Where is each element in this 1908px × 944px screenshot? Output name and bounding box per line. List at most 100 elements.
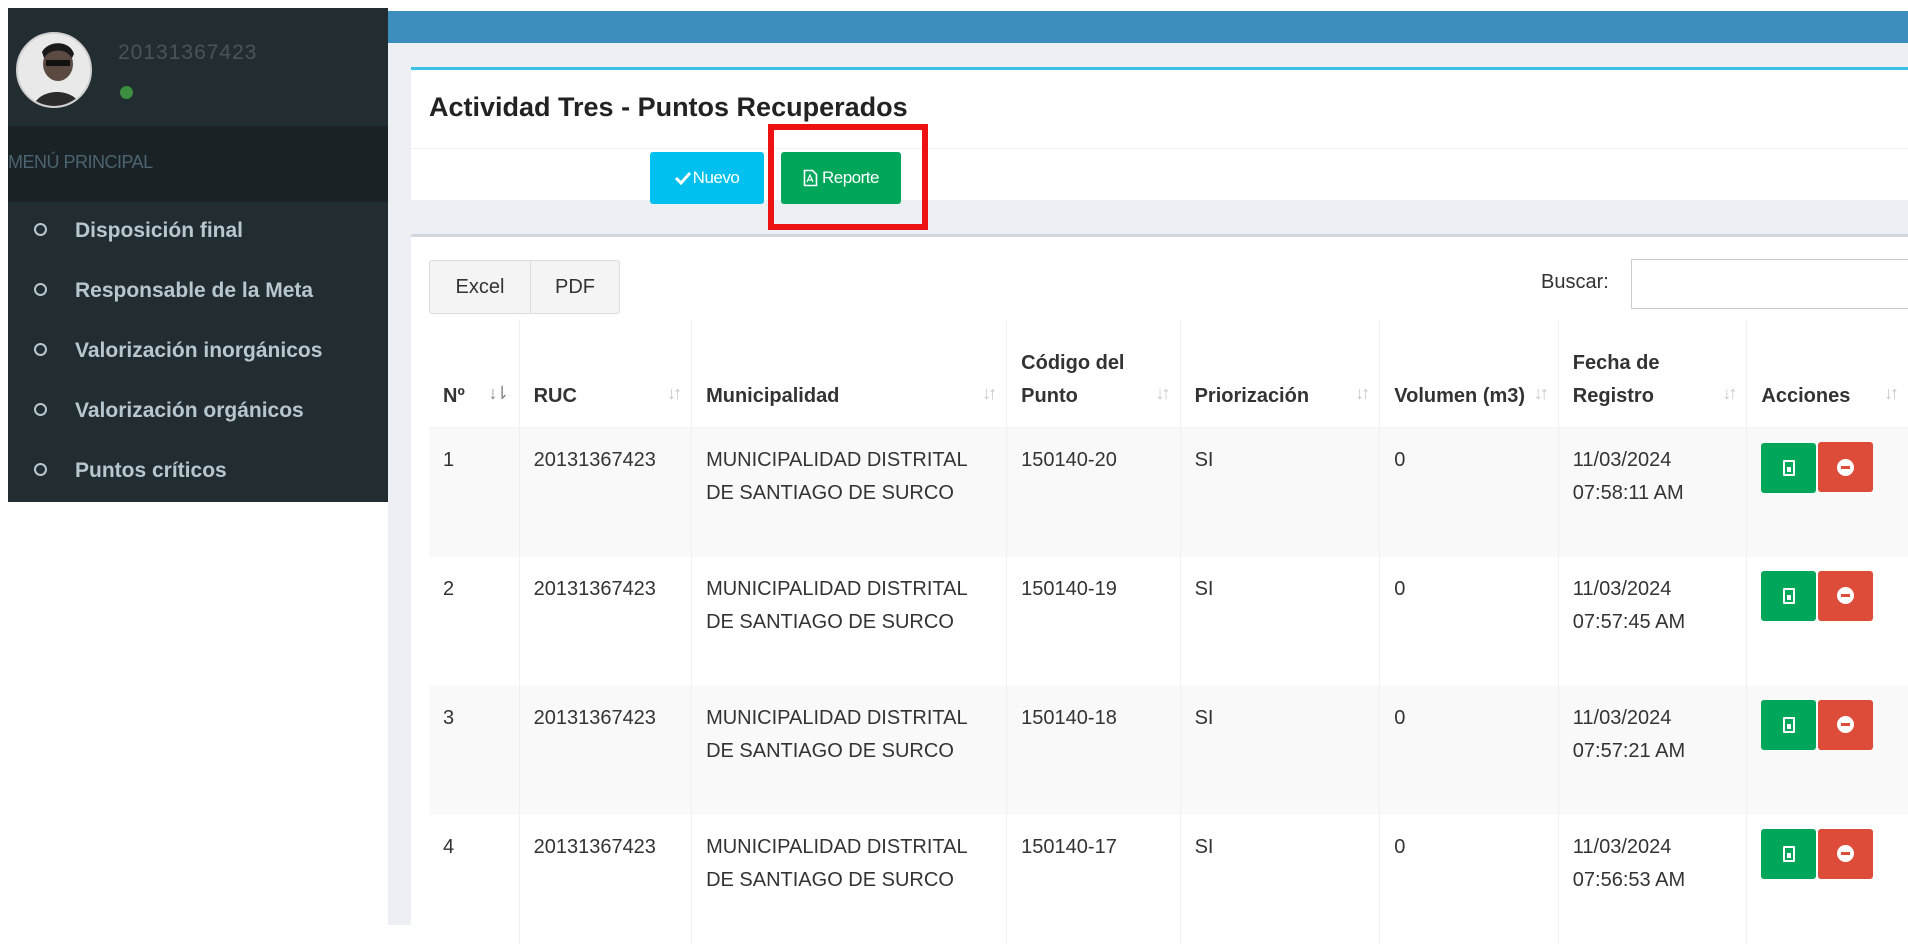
cell-acciones xyxy=(1746,685,1908,815)
delete-button[interactable] xyxy=(1818,442,1874,492)
excel-export-button[interactable]: Excel xyxy=(429,260,531,314)
sidebar-menu: Disposición final Responsable de la Meta… xyxy=(8,202,388,502)
menu-header: MENÚ PRINCIPAL xyxy=(8,126,388,202)
circle-icon xyxy=(34,403,47,416)
cell-codigo: 150140-20 xyxy=(1006,427,1181,557)
sidebar-item-valorizacion-inorganicos[interactable]: Valorización inorgánicos xyxy=(8,322,388,382)
menu-header-label: MENÚ PRINCIPAL xyxy=(8,152,153,172)
cell-ruc: 20131367423 xyxy=(518,427,692,557)
view-report-button[interactable] xyxy=(1761,829,1817,879)
username: 20131367423 xyxy=(118,41,258,64)
table-row: 4 20131367423 MUNICIPALIDAD DISTRITAL DE… xyxy=(429,814,1908,944)
cell-ruc: 20131367423 xyxy=(518,685,692,815)
sort-asc-icon: ↓⇂ xyxy=(488,383,509,403)
cell-priorizacion: SI xyxy=(1179,814,1380,944)
cell-ruc: 20131367423 xyxy=(518,814,692,944)
header-box: Actividad Tres - Puntos Recuperados Nuev… xyxy=(411,67,1908,204)
cell-priorizacion: SI xyxy=(1179,556,1380,686)
cell-acciones xyxy=(1746,556,1908,686)
avatar[interactable] xyxy=(16,32,92,108)
sidebar-item-label: Valorización inorgánicos xyxy=(75,339,323,362)
column-header-volumen[interactable]: Volumen (m3) ↓↑ xyxy=(1379,319,1559,428)
cell-municipalidad: MUNICIPALIDAD DISTRITAL DE SANTIAGO DE S… xyxy=(691,427,1007,557)
delete-button[interactable] xyxy=(1818,570,1874,621)
sort-icon: ↓↑ xyxy=(1355,383,1370,403)
cell-acciones xyxy=(1746,427,1908,557)
cell-priorizacion: SI xyxy=(1179,427,1380,557)
cell-numero: 3 xyxy=(429,685,520,815)
delete-button[interactable] xyxy=(1818,699,1874,750)
column-header-codigo[interactable]: Código del Punto ↓↑ xyxy=(1006,319,1181,428)
cell-fecha: 11/03/2024 07:57:45 AM xyxy=(1557,556,1747,686)
nuevo-button[interactable]: Nuevo xyxy=(650,152,764,204)
divider xyxy=(411,148,1908,149)
table-row: 2 20131367423 MUNICIPALIDAD DISTRITAL DE… xyxy=(429,556,1908,686)
page-title: Actividad Tres - Puntos Recuperados xyxy=(429,92,908,122)
sort-icon: ↓↑ xyxy=(667,383,682,403)
sidebar: 20131367423 MENÚ PRINCIPAL Disposición f… xyxy=(8,8,388,502)
view-report-button[interactable] xyxy=(1761,571,1817,621)
table-header-row: Nº ↓⇂ RUC ↓↑ Municipalidad ↓↑ Código del… xyxy=(429,319,1908,428)
data-table: Nº ↓⇂ RUC ↓↑ Municipalidad ↓↑ Código del… xyxy=(429,319,1908,944)
file-icon xyxy=(1782,717,1795,733)
sort-icon: ↓↑ xyxy=(1722,383,1737,403)
user-panel: 20131367423 xyxy=(8,8,388,126)
cell-codigo: 150140-19 xyxy=(1006,556,1181,686)
cell-numero: 1 xyxy=(429,427,520,557)
sidebar-item-label: Disposición final xyxy=(75,219,244,242)
circle-icon xyxy=(34,223,47,236)
cell-volumen: 0 xyxy=(1379,556,1559,686)
check-icon xyxy=(674,171,691,185)
sort-icon: ↓↑ xyxy=(1884,383,1899,403)
cell-fecha: 11/03/2024 07:58:11 AM xyxy=(1557,427,1747,557)
cell-numero: 4 xyxy=(443,835,455,858)
column-header-numero[interactable]: Nº ↓⇂ xyxy=(429,319,520,428)
view-report-button[interactable] xyxy=(1761,700,1817,750)
minus-circle-icon xyxy=(1837,587,1855,604)
cell-volumen: 0 xyxy=(1379,814,1559,944)
sort-icon: ↓↑ xyxy=(1533,383,1549,403)
column-header-municipalidad[interactable]: Municipalidad ↓↑ xyxy=(691,319,1007,428)
sidebar-item-label: Puntos críticos xyxy=(75,459,227,482)
cell-numero: 2 xyxy=(443,577,455,600)
cell-priorizacion: SI xyxy=(1179,685,1380,815)
top-navbar xyxy=(388,11,1908,43)
cell-fecha: 11/03/2024 07:56:53 AM xyxy=(1557,814,1747,944)
minus-circle-icon xyxy=(1837,458,1855,476)
circle-icon xyxy=(34,343,47,356)
sidebar-item-valorizacion-organicos[interactable]: Valorización orgánicos xyxy=(8,382,388,442)
sidebar-item-disposicion-final[interactable]: Disposición final xyxy=(8,202,388,262)
reporte-highlight-box xyxy=(768,124,928,230)
delete-button[interactable] xyxy=(1818,828,1874,879)
cell-municipalidad: MUNICIPALIDAD DISTRITAL DE SANTIAGO DE S… xyxy=(691,814,1007,944)
sidebar-item-label: Responsable de la Meta xyxy=(75,279,314,302)
cell-volumen: 0 xyxy=(1379,427,1559,557)
cell-codigo: 150140-17 xyxy=(1006,814,1181,944)
sidebar-item-puntos-criticos[interactable]: Puntos críticos xyxy=(8,442,388,502)
column-header-fecha[interactable]: Fecha de Registro ↓↑ xyxy=(1557,319,1747,428)
table-row: 3 20131367423 MUNICIPALIDAD DISTRITAL DE… xyxy=(429,685,1908,815)
table-row: 1 20131367423 MUNICIPALIDAD DISTRITAL DE… xyxy=(429,427,1908,557)
pdf-export-button[interactable]: PDF xyxy=(530,260,620,314)
search-input[interactable] xyxy=(1631,259,1908,309)
cell-volumen: 0 xyxy=(1379,685,1559,815)
circle-icon xyxy=(34,463,47,476)
cell-fecha: 11/03/2024 07:57:21 AM xyxy=(1557,685,1747,815)
minus-circle-icon xyxy=(1837,716,1855,733)
column-header-acciones[interactable]: Acciones ↓↑ xyxy=(1746,319,1908,428)
nuevo-button-label: Nuevo xyxy=(692,168,740,187)
sidebar-item-label: Valorización orgánicos xyxy=(75,399,304,422)
table-box: Excel PDF Buscar: Nº ↓⇂ RUC ↓↑ Municipal… xyxy=(411,234,1908,944)
view-report-button[interactable] xyxy=(1761,442,1817,493)
column-header-ruc[interactable]: RUC ↓↑ xyxy=(518,319,692,428)
sidebar-item-responsable-meta[interactable]: Responsable de la Meta xyxy=(8,262,388,322)
column-header-priorizacion[interactable]: Priorización ↓↑ xyxy=(1179,319,1380,428)
file-icon xyxy=(1782,588,1795,604)
cell-acciones xyxy=(1746,814,1908,944)
file-icon xyxy=(1782,459,1795,476)
sort-icon: ↓↑ xyxy=(982,383,997,403)
cell-municipalidad: MUNICIPALIDAD DISTRITAL DE SANTIAGO DE S… xyxy=(691,556,1007,686)
sort-icon: ↓↑ xyxy=(1155,383,1171,403)
minus-circle-icon xyxy=(1837,845,1855,862)
circle-icon xyxy=(34,283,47,296)
